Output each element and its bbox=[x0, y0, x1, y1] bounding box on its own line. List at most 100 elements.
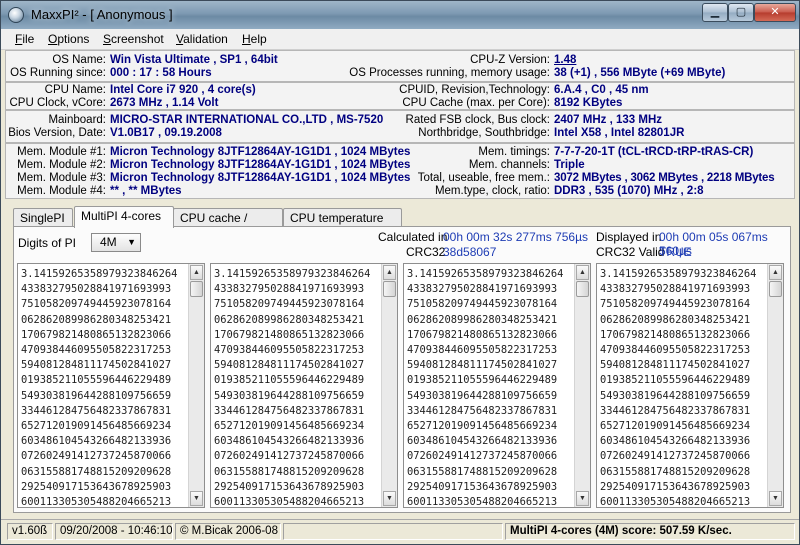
chipset-value: Intel X58 , Intel 82801JR bbox=[554, 127, 685, 139]
chipset-label: Northbridge, Southbridge: bbox=[418, 127, 550, 139]
pi-digits-text: 3.14159265358979323846264 43383279502884… bbox=[407, 268, 564, 508]
pi-digits-box-3[interactable]: 3.14159265358979323846264 43383279502884… bbox=[403, 263, 591, 508]
menu-help-mnemonic: H bbox=[242, 32, 251, 46]
menu-screenshot-mnemonic: S bbox=[103, 32, 112, 46]
cache-value: 8192 KBytes bbox=[554, 97, 623, 109]
board-info-group: Mainboard: MICRO-STAR INTERNATIONAL CO.,… bbox=[5, 110, 795, 143]
pi-digits-box-2[interactable]: 3.14159265358979323846264 43383279502884… bbox=[210, 263, 398, 508]
timings-value: 7-7-7-20-1T (tCL-tRCD-tRP-tRAS-CR) bbox=[554, 146, 754, 158]
menu-screenshot-label: creenshot bbox=[111, 32, 164, 46]
uptime-label: OS Running since: bbox=[10, 67, 106, 79]
copyright-cell: © M.Bicak 2006-08 bbox=[175, 523, 281, 540]
digits-label: Digits of PI bbox=[18, 236, 77, 250]
menu-help-label: elp bbox=[250, 32, 267, 46]
menu-bar: File Options Screenshot Validation Help bbox=[1, 29, 799, 50]
scroll-up-icon[interactable]: ▲ bbox=[769, 265, 782, 280]
channels-label: Mem. channels: bbox=[468, 159, 550, 171]
calc-time-label: Calculated in bbox=[378, 230, 448, 244]
cache-label: CPU Cache (max. per Core): bbox=[402, 97, 550, 109]
tab-singlepi[interactable]: SinglePI bbox=[13, 208, 73, 226]
scroll-up-icon[interactable]: ▲ bbox=[383, 265, 396, 280]
bios-label: Bios Version, Date: bbox=[8, 127, 106, 139]
menu-validation[interactable]: Validation bbox=[176, 32, 228, 46]
memtotal-label: Total, useable, free mem.: bbox=[417, 172, 550, 184]
cpuid-label: CPUID, Revision,Technology: bbox=[399, 84, 550, 96]
scroll-thumb[interactable] bbox=[576, 281, 589, 297]
fsb-value: 2407 MHz , 133 MHz bbox=[554, 114, 663, 126]
app-icon[interactable] bbox=[8, 7, 24, 23]
channels-value: Triple bbox=[554, 159, 585, 171]
os-name-value: Win Vista Ultimate , SP1 , 64bit bbox=[110, 54, 278, 66]
menu-options-label: ptions bbox=[57, 32, 90, 46]
mainboard-label: Mainboard: bbox=[48, 114, 106, 126]
scrollbar[interactable]: ▲ ▼ bbox=[188, 264, 204, 507]
chevron-down-icon: ▼ bbox=[127, 237, 136, 247]
cpu-name-label: CPU Name: bbox=[44, 84, 106, 96]
title-bar[interactable]: MaxxPI² - [ Anonymous ] ▁ ▢ ✕ bbox=[1, 1, 799, 30]
datetime-cell: 09/20/2008 - 10:46:10 bbox=[55, 523, 173, 540]
cpuz-label: CPU-Z Version: bbox=[470, 54, 550, 66]
calc-time-value: 00h 00m 32s 277ms 756µs bbox=[443, 230, 589, 244]
scroll-down-icon[interactable]: ▼ bbox=[190, 491, 203, 506]
mem4-value: ** , ** MBytes bbox=[110, 185, 182, 197]
app-window: MaxxPI² - [ Anonymous ] ▁ ▢ ✕ File Optio… bbox=[0, 0, 800, 545]
mem1-label: Mem. Module #1: bbox=[17, 146, 106, 158]
menu-options[interactable]: Options bbox=[48, 32, 89, 46]
scrollbar[interactable]: ▲ ▼ bbox=[381, 264, 397, 507]
score-cell: MultiPI 4-cores (4M) score: 507.59 K/sec… bbox=[505, 523, 795, 540]
cpuid-value: 6.A.4 , C0 , 45 nm bbox=[554, 84, 649, 96]
pi-digits-text: 3.14159265358979323846264 43383279502884… bbox=[600, 268, 757, 508]
tab-multipi[interactable]: MultiPI 4-cores bbox=[74, 206, 174, 228]
timings-label: Mem. timings: bbox=[478, 146, 550, 158]
processes-label: OS Processes running, memory usage: bbox=[349, 67, 550, 79]
memory-info-group: Mem. Module #1: Micron Technology 8JTF12… bbox=[5, 143, 795, 199]
menu-file[interactable]: File bbox=[15, 32, 34, 46]
close-button[interactable]: ✕ bbox=[754, 3, 796, 22]
os-name-label: OS Name: bbox=[52, 54, 106, 66]
cpu-name-value: Intel Core i7 920 , 4 core(s) bbox=[110, 84, 256, 96]
status-bar: v1.60ß 09/20/2008 - 10:46:10 © M.Bicak 2… bbox=[1, 519, 799, 544]
multipi-panel: Digits of PI 4M ▼ Calculated in 00h 00m … bbox=[13, 226, 791, 513]
menu-options-mnemonic: O bbox=[48, 32, 58, 46]
memtotal-value: 3072 MBytes , 3062 MBytes , 2218 MBytes bbox=[554, 172, 775, 184]
pi-digits-box-4[interactable]: 3.14159265358979323846264 43383279502884… bbox=[596, 263, 784, 508]
scrollbar[interactable]: ▲ ▼ bbox=[767, 264, 783, 507]
pi-digits-box-1[interactable]: 3.14159265358979323846264 43383279502884… bbox=[17, 263, 205, 508]
cpuz-link[interactable]: 1.48 bbox=[554, 54, 576, 67]
memtype-label: Mem.type, clock, ratio: bbox=[434, 185, 550, 197]
crc-valid-label: CRC32 Valid bbox=[596, 245, 665, 259]
digits-select[interactable]: 4M ▼ bbox=[91, 233, 141, 252]
scroll-thumb[interactable] bbox=[383, 281, 396, 297]
scroll-down-icon[interactable]: ▼ bbox=[383, 491, 396, 506]
scroll-down-icon[interactable]: ▼ bbox=[769, 491, 782, 506]
scroll-down-icon[interactable]: ▼ bbox=[576, 491, 589, 506]
scroll-up-icon[interactable]: ▲ bbox=[190, 265, 203, 280]
displayed-time-label: Displayed in bbox=[596, 230, 662, 244]
digits-select-value: 4M bbox=[100, 235, 117, 249]
mem3-label: Mem. Module #3: bbox=[17, 172, 106, 184]
status-spacer-cell bbox=[283, 523, 503, 540]
minimize-button[interactable]: ▁ bbox=[702, 3, 728, 22]
crc-valid-value: TRUE bbox=[659, 245, 692, 259]
menu-help[interactable]: Help bbox=[242, 32, 267, 46]
version-cell: v1.60ß bbox=[7, 523, 53, 540]
window-title: MaxxPI² - [ Anonymous ] bbox=[31, 7, 173, 22]
tab-cpu-temperature[interactable]: CPU temperature delta bbox=[283, 208, 402, 243]
memtype-value: DDR3 , 535 (1070) MHz , 2:8 bbox=[554, 185, 704, 197]
scrollbar[interactable]: ▲ ▼ bbox=[574, 264, 590, 507]
maximize-button[interactable]: ▢ bbox=[728, 3, 754, 22]
uptime-value: 000 : 17 : 58 Hours bbox=[110, 67, 212, 79]
cpu-info-group: CPU Name: Intel Core i7 920 , 4 core(s) … bbox=[5, 82, 795, 110]
scroll-thumb[interactable] bbox=[190, 281, 203, 297]
cpu-clock-value: 2673 MHz , 1.14 Volt bbox=[110, 97, 219, 109]
cpu-clock-label: CPU Clock, vCore: bbox=[9, 97, 107, 109]
mem4-label: Mem. Module #4: bbox=[17, 185, 106, 197]
menu-screenshot[interactable]: Screenshot bbox=[103, 32, 164, 46]
scroll-up-icon[interactable]: ▲ bbox=[576, 265, 589, 280]
processes-value: 38 (+1) , 556 MByte (+69 MByte) bbox=[554, 67, 726, 79]
menu-validation-label: alidation bbox=[183, 32, 228, 46]
scroll-thumb[interactable] bbox=[769, 281, 782, 297]
os-info-group: OS Name: Win Vista Ultimate , SP1 , 64bi… bbox=[5, 50, 795, 82]
tab-cpu-cache[interactable]: CPU cache / Memory bbox=[173, 208, 283, 243]
fsb-label: Rated FSB clock, Bus clock: bbox=[405, 114, 550, 126]
